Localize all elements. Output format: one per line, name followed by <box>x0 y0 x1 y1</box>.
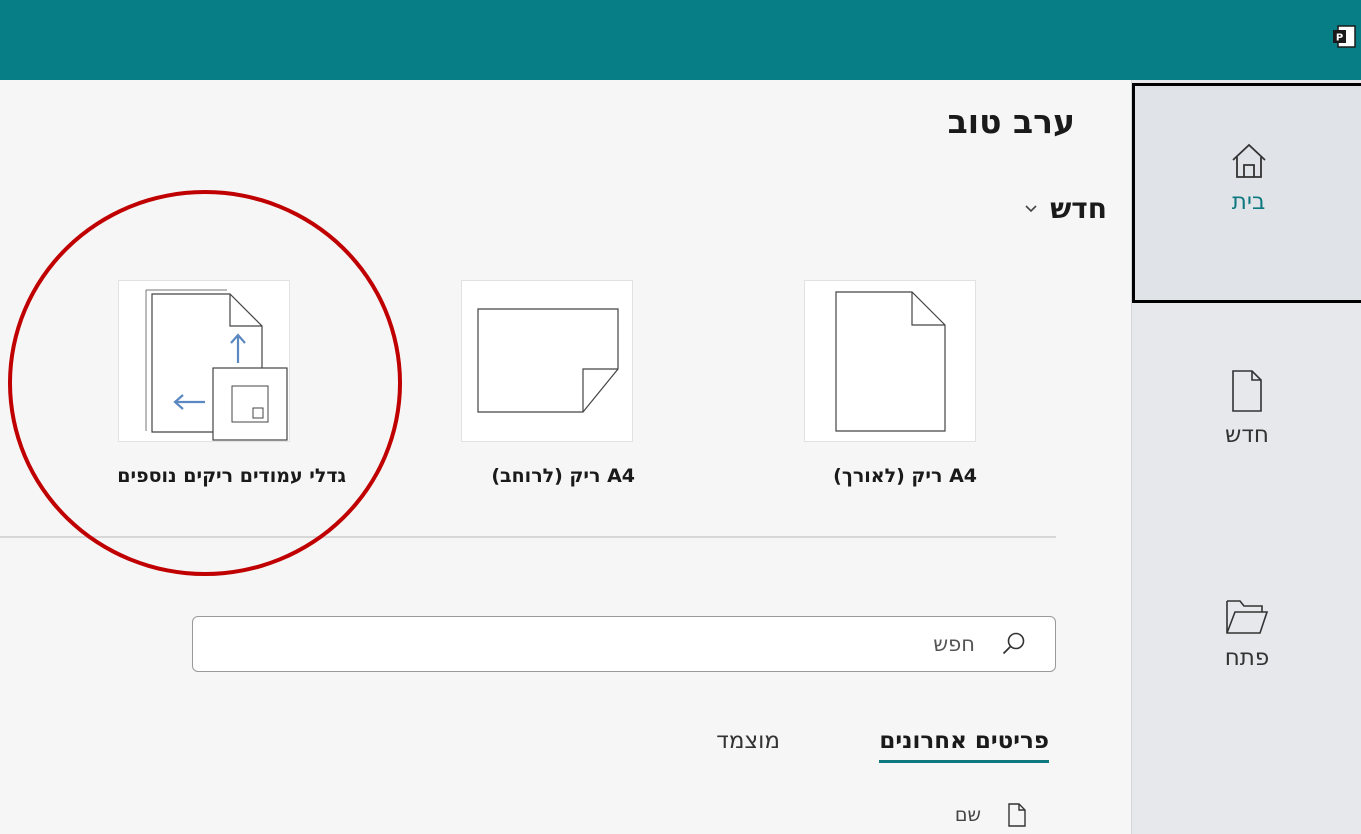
portrait-page-icon <box>835 291 946 432</box>
new-section-label: חדש <box>1050 192 1107 225</box>
new-section-toggle[interactable]: חדש <box>1024 192 1107 225</box>
home-icon <box>1231 143 1266 178</box>
nav-new-label: חדש <box>1225 422 1269 448</box>
nav-home-label: בית <box>1231 189 1266 215</box>
greeting-title: ערב טוב <box>947 102 1075 141</box>
chevron-down-icon <box>1025 204 1037 212</box>
folder-open-icon <box>1226 600 1269 634</box>
column-name-header[interactable]: שם <box>955 804 981 826</box>
nav-new[interactable]: חדש <box>1132 368 1361 448</box>
template-a4-portrait-label[interactable]: A4 ריק (לאורך) <box>833 465 977 487</box>
file-type-icon <box>1008 803 1026 827</box>
svg-text:P: P <box>1336 33 1343 44</box>
template-more-sizes[interactable] <box>118 280 290 442</box>
new-document-icon <box>1232 370 1262 412</box>
more-page-sizes-icon <box>145 289 288 441</box>
nav-home[interactable]: בית <box>1132 83 1361 303</box>
template-more-sizes-label[interactable]: גדלי עמודים ריקים נוספים <box>117 465 346 487</box>
tab-recent[interactable]: פריטים אחרונים <box>879 728 1049 763</box>
nav-open[interactable]: פתח <box>1132 597 1361 671</box>
backstage-nav: בית חדש פתח <box>1131 80 1361 834</box>
search-input[interactable] <box>193 617 983 671</box>
landscape-page-icon <box>477 308 619 413</box>
nav-open-label: פתח <box>1224 645 1270 671</box>
template-a4-landscape[interactable] <box>461 280 633 442</box>
tab-pinned[interactable]: מוצמד <box>716 728 780 754</box>
search-icon <box>1002 632 1025 655</box>
publisher-icon: P <box>1333 25 1356 48</box>
template-a4-landscape-label[interactable]: A4 ריק (לרוחב) <box>491 465 635 487</box>
template-a4-portrait[interactable] <box>804 280 976 442</box>
search-box[interactable] <box>192 616 1056 672</box>
title-bar: P <box>0 0 1361 80</box>
section-divider <box>0 536 1056 538</box>
file-list-header: שם <box>955 802 1027 828</box>
backstage-main: ערב טוב חדש A4 ריק (לאורך) A4 ריק (לרוחב… <box>0 80 1131 834</box>
